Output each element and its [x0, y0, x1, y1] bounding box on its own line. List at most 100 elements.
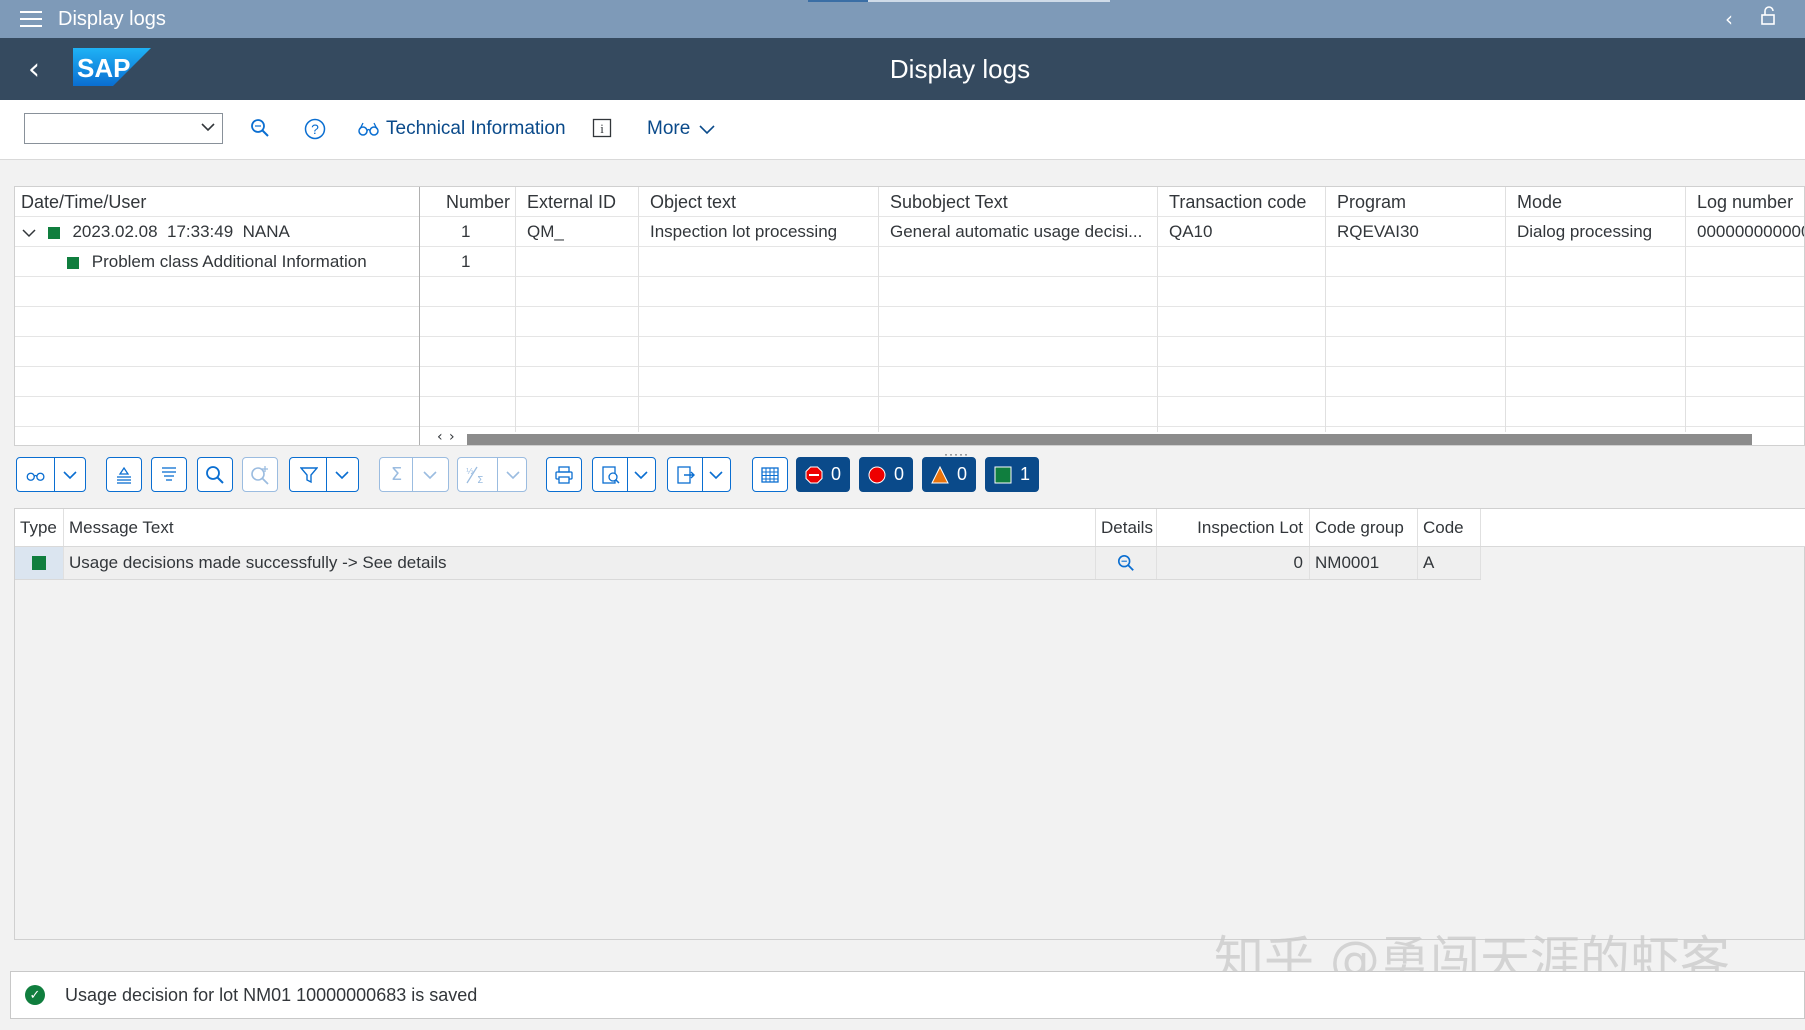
- progress-strip: [808, 0, 1110, 2]
- stop-count: 0: [831, 464, 841, 485]
- help-button[interactable]: ?: [304, 118, 326, 140]
- technical-information-button[interactable]: Technical Information: [358, 118, 566, 140]
- find-next-button[interactable]: [242, 457, 278, 492]
- layout-button[interactable]: [752, 457, 788, 492]
- col-header-type[interactable]: Type: [15, 509, 64, 546]
- col-header-code[interactable]: Code: [1418, 509, 1481, 546]
- cell-details[interactable]: [1096, 547, 1157, 579]
- search-icon[interactable]: [1117, 554, 1135, 572]
- subtotal-menu-button[interactable]: ½Σ: [457, 457, 527, 492]
- cell-type: [15, 547, 64, 579]
- warning-messages-button[interactable]: 0: [922, 457, 976, 492]
- tree-node-label: 2023.02.08 17:33:49 NANA: [72, 222, 289, 241]
- info-count: 1: [1020, 464, 1030, 485]
- chevron-down-icon: [709, 470, 723, 480]
- search-next-icon: [250, 465, 270, 485]
- scroll-left-icon[interactable]: ‹: [437, 429, 443, 445]
- sort-descending-icon: [159, 465, 179, 485]
- messages-grid: Type Message Text Details Inspection Lot…: [14, 508, 1805, 940]
- col-header-inspection-lot[interactable]: Inspection Lot: [1157, 509, 1310, 546]
- print-button[interactable]: [546, 457, 582, 492]
- error-messages-button[interactable]: 0: [859, 457, 913, 492]
- svg-text:i: i: [600, 121, 604, 136]
- error-icon: [868, 466, 886, 484]
- col-header-object-text[interactable]: Object text: [644, 187, 884, 217]
- cell-program: RQEVAI30: [1331, 217, 1511, 247]
- cell-external-id: QM_: [521, 217, 639, 247]
- col-header-log-number[interactable]: Log number: [1691, 187, 1805, 217]
- cell-transaction-code: QA10: [1163, 217, 1331, 247]
- col-header-code-group[interactable]: Code group: [1310, 509, 1418, 546]
- cell-message-text: Usage decisions made successfully -> See…: [64, 547, 1096, 579]
- table-row[interactable]: Usage decisions made successfully -> See…: [15, 547, 1481, 580]
- empty-row: [15, 307, 1805, 337]
- success-check-icon: ✓: [25, 985, 45, 1005]
- export-menu-button[interactable]: [667, 457, 731, 492]
- tree-node-label: Problem class Additional Information: [92, 252, 367, 271]
- svg-text:?: ?: [311, 121, 319, 137]
- scroll-right-icon[interactable]: ›: [449, 429, 455, 445]
- chevron-down-icon: [63, 470, 77, 480]
- success-icon: [994, 466, 1012, 484]
- grid-layout-icon: [760, 465, 780, 485]
- sort-ascending-button[interactable]: [106, 457, 142, 492]
- details-menu-button[interactable]: [16, 457, 86, 492]
- cell-code: A: [1418, 547, 1481, 579]
- table-row[interactable]: 2023.02.08 17:33:49 NANA 1 QM_ Inspectio…: [15, 217, 1805, 247]
- subtotal-icon: ½Σ: [465, 465, 489, 485]
- cell-subobject-text: General automatic usage decisi...: [884, 217, 1162, 247]
- col-header-transaction-code[interactable]: Transaction code: [1163, 187, 1331, 217]
- info-button[interactable]: i: [592, 118, 612, 138]
- application-toolbar: ? Technical Information i More: [0, 100, 1805, 160]
- chevron-down-icon: [698, 123, 716, 135]
- col-header-number[interactable]: Number: [440, 187, 534, 217]
- chevron-down-icon[interactable]: [21, 227, 37, 239]
- warning-icon: [931, 466, 949, 484]
- find-in-list-button[interactable]: [197, 457, 233, 492]
- error-count: 0: [894, 464, 904, 485]
- cell-code-group: NM0001: [1310, 547, 1418, 579]
- sort-descending-button[interactable]: [151, 457, 187, 492]
- status-bar[interactable]: ✓ Usage decision for lot NM01 1000000068…: [10, 971, 1805, 1019]
- technical-information-label: Technical Information: [386, 118, 566, 140]
- col-header-program[interactable]: Program: [1331, 187, 1511, 217]
- horizontal-scrollbar[interactable]: ‹ ›: [435, 431, 1805, 446]
- empty-row: [15, 337, 1805, 367]
- view-menu-button[interactable]: [592, 457, 656, 492]
- col-header-mode[interactable]: Mode: [1511, 187, 1691, 217]
- sum-icon: Σ: [391, 464, 402, 485]
- unlock-icon[interactable]: [1759, 6, 1779, 32]
- sum-menu-button[interactable]: Σ: [379, 457, 449, 492]
- success-status-icon: [67, 257, 79, 269]
- find-button[interactable]: [250, 118, 270, 138]
- stop-messages-button[interactable]: 0: [796, 457, 850, 492]
- search-icon: [250, 118, 270, 138]
- search-icon: [205, 465, 225, 485]
- filter-icon: [300, 466, 318, 484]
- svg-text:½: ½: [466, 467, 474, 476]
- sort-ascending-icon: [114, 465, 134, 485]
- success-status-icon: [48, 227, 60, 239]
- svg-text:Σ: Σ: [477, 475, 483, 485]
- scrollbar-thumb[interactable]: [467, 434, 1752, 446]
- variant-select[interactable]: [24, 113, 223, 144]
- col-header-message-text[interactable]: Message Text: [64, 509, 1096, 546]
- log-tree-grid: Date/Time/User Number External ID Object…: [14, 186, 1805, 446]
- collapse-left-icon[interactable]: ‹: [1725, 7, 1733, 31]
- col-header-external-id[interactable]: External ID: [521, 187, 639, 217]
- messages-header: Type Message Text Details Inspection Lot…: [15, 509, 1805, 547]
- window-title: Display logs: [58, 8, 166, 31]
- view-document-icon: [601, 465, 621, 485]
- page-title: Display logs: [0, 54, 1805, 85]
- col-header-subobject-text[interactable]: Subobject Text: [884, 187, 1162, 217]
- col-header-date-time-user[interactable]: Date/Time/User: [15, 187, 419, 217]
- chevron-down-icon: [506, 470, 520, 480]
- hamburger-menu-icon[interactable]: [20, 11, 42, 27]
- status-message: Usage decision for lot NM01 10000000683 …: [65, 985, 477, 1006]
- more-button[interactable]: More: [647, 118, 716, 140]
- col-header-details[interactable]: Details: [1096, 509, 1157, 546]
- table-row[interactable]: Problem class Additional Information 1: [15, 247, 1805, 277]
- info-messages-button[interactable]: 1: [985, 457, 1039, 492]
- cell-log-number: 000000000000: [1691, 217, 1805, 247]
- filter-menu-button[interactable]: [289, 457, 359, 492]
